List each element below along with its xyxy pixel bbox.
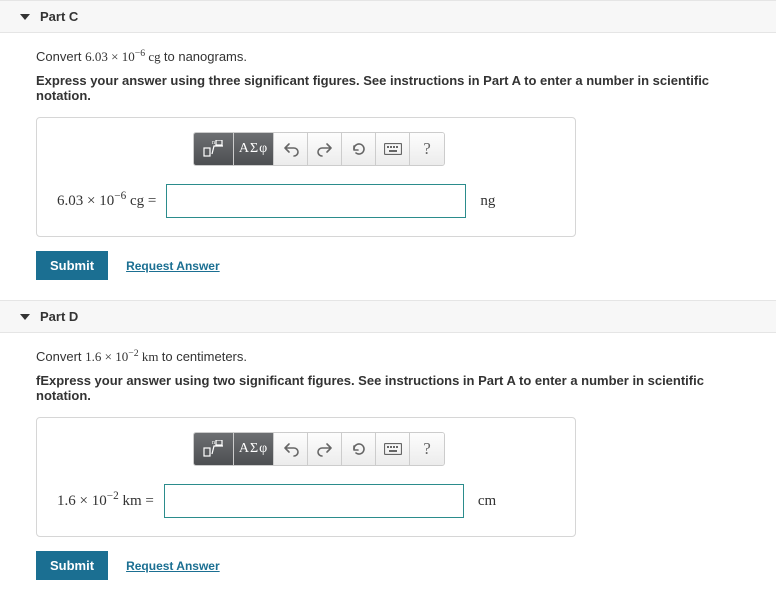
chevron-down-icon (20, 314, 30, 320)
help-icon: ? (423, 439, 431, 459)
prompt-prefix: Convert (36, 49, 85, 64)
redo-button[interactable] (308, 133, 342, 165)
undo-button[interactable] (274, 433, 308, 465)
request-answer-link[interactable]: Request Answer (126, 259, 220, 273)
request-answer-link[interactable]: Request Answer (126, 559, 220, 573)
prompt-value: 6.03 × 10−6 cg (85, 49, 164, 64)
equation-toolbar: n ΑΣφ ? (193, 132, 445, 166)
greek-button[interactable]: ΑΣφ (234, 133, 274, 165)
keyboard-button[interactable] (376, 433, 410, 465)
action-row: Submit Request Answer (36, 551, 740, 580)
template-icon: n (203, 440, 225, 458)
equation-lhs: 1.6 × 10−2 km = (53, 493, 156, 510)
equation-lhs: 6.03 × 10−6 cg = (53, 193, 158, 210)
keyboard-icon (384, 143, 402, 155)
prompt-value: 1.6 × 10−2 km (85, 349, 162, 364)
instruction-text: Express your answer using three signific… (36, 73, 740, 103)
greek-button[interactable]: ΑΣφ (234, 433, 274, 465)
answer-unit: ng (474, 193, 495, 210)
svg-text:n: n (212, 440, 215, 446)
answer-panel: n ΑΣφ ? 1.6 × 10−2 (36, 417, 576, 537)
reset-icon (351, 441, 367, 457)
reset-icon (351, 141, 367, 157)
help-button[interactable]: ? (410, 433, 444, 465)
help-icon: ? (423, 139, 431, 159)
action-row: Submit Request Answer (36, 251, 740, 280)
submit-button[interactable]: Submit (36, 551, 108, 580)
chevron-down-icon (20, 14, 30, 20)
redo-icon (317, 441, 333, 457)
part-body: Convert 1.6 × 10−2 km to centimeters. fE… (0, 333, 776, 600)
prompt-suffix: to centimeters. (162, 349, 247, 364)
answer-input[interactable] (164, 484, 464, 518)
templates-button[interactable]: n (194, 433, 234, 465)
submit-button[interactable]: Submit (36, 251, 108, 280)
part-title: Part D (40, 309, 78, 324)
equation-toolbar: n ΑΣφ ? (193, 432, 445, 466)
prompt-suffix: to nanograms. (164, 49, 247, 64)
greek-icon: ΑΣφ (239, 141, 268, 157)
redo-button[interactable] (308, 433, 342, 465)
prompt-prefix: Convert (36, 349, 85, 364)
redo-icon (317, 141, 333, 157)
undo-icon (283, 141, 299, 157)
part-header[interactable]: Part D (0, 300, 776, 333)
greek-icon: ΑΣφ (239, 441, 268, 457)
undo-button[interactable] (274, 133, 308, 165)
svg-text:n: n (212, 140, 215, 146)
reset-button[interactable] (342, 133, 376, 165)
instruction-text: fExpress your answer using two significa… (36, 373, 740, 403)
prompt-text: Convert 6.03 × 10−6 cg to nanograms. (36, 49, 740, 65)
equation-row: 6.03 × 10−6 cg = ng (53, 184, 559, 218)
prompt-text: Convert 1.6 × 10−2 km to centimeters. (36, 349, 740, 365)
answer-panel: n ΑΣφ ? 6.03 × 10−6 (36, 117, 576, 237)
templates-button[interactable]: n (194, 133, 234, 165)
answer-unit: cm (472, 493, 496, 510)
help-button[interactable]: ? (410, 133, 444, 165)
part-body: Convert 6.03 × 10−6 cg to nanograms. Exp… (0, 33, 776, 300)
part-header[interactable]: Part C (0, 0, 776, 33)
reset-button[interactable] (342, 433, 376, 465)
part-title: Part C (40, 9, 78, 24)
answer-input[interactable] (166, 184, 466, 218)
template-icon: n (203, 140, 225, 158)
equation-row: 1.6 × 10−2 km = cm (53, 484, 559, 518)
keyboard-button[interactable] (376, 133, 410, 165)
undo-icon (283, 441, 299, 457)
keyboard-icon (384, 443, 402, 455)
